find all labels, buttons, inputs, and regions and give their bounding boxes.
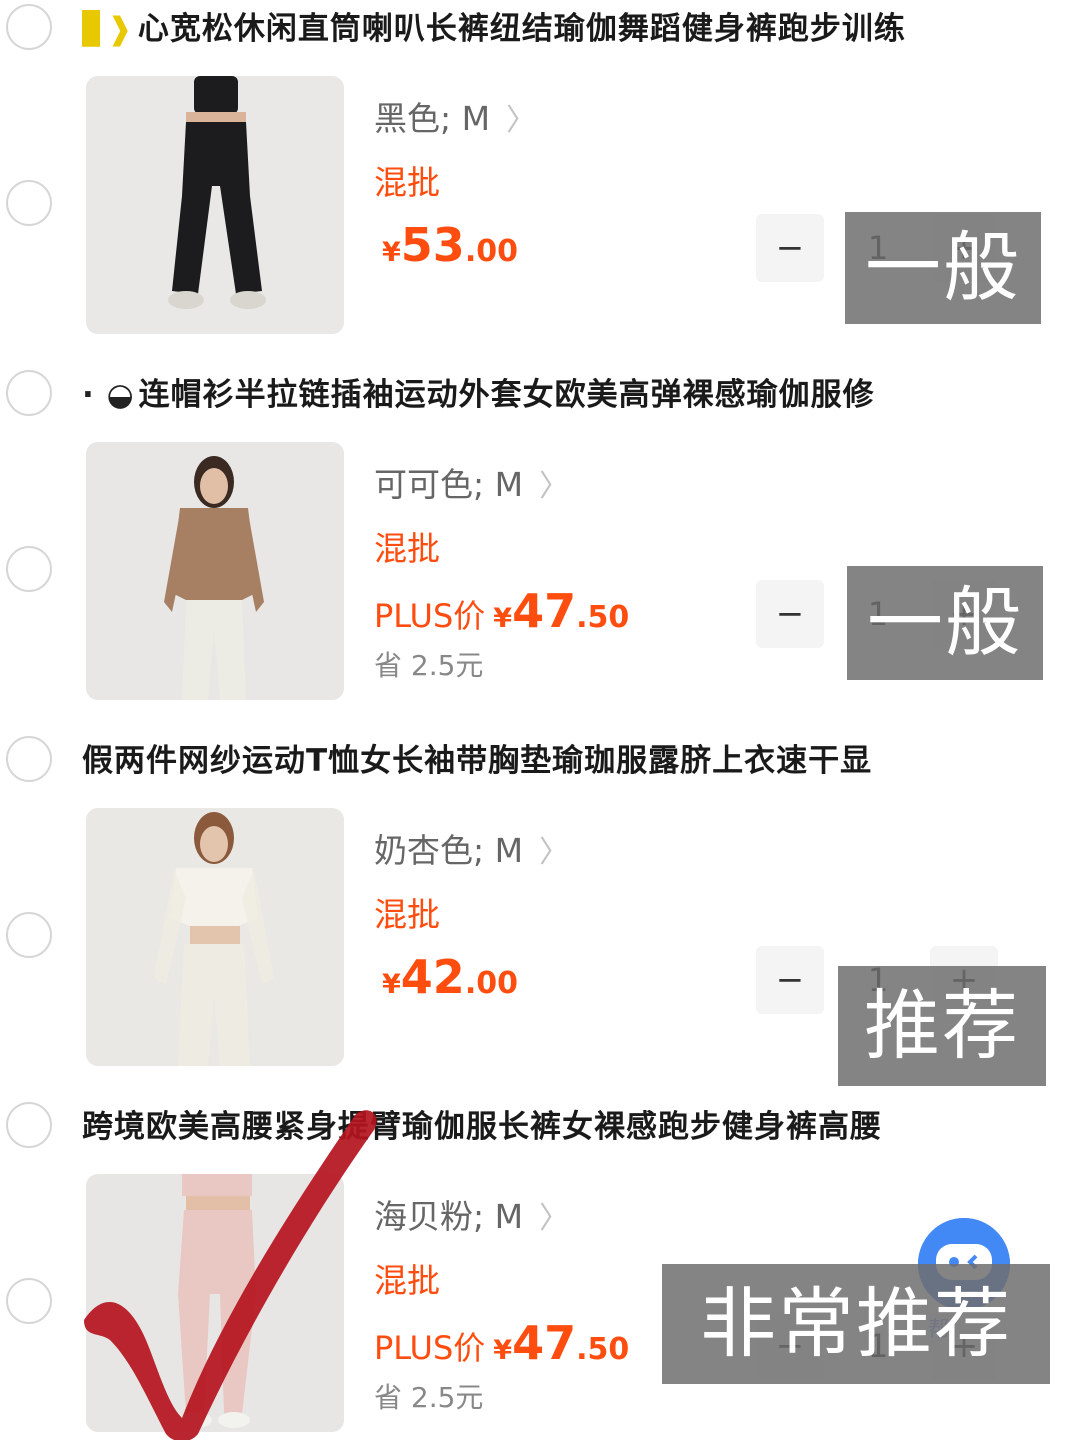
product-title[interactable]: · ◒ 连帽衫半拉链插袖运动外套女欧美高弹裸感瑜伽服修 (82, 372, 1002, 418)
price-decimal: .50 (576, 600, 630, 635)
cart-item: ▊❱ 心宽松休闲直筒喇叭长裤纽结瑜伽舞蹈健身裤跑步训练 黑色; M 〉 混批 ¥ 5… (0, 0, 1080, 366)
product-photo-pants (86, 76, 344, 334)
chevron-right-icon: 〉 (539, 1201, 570, 1236)
shop-select-radio[interactable] (6, 4, 52, 50)
sku-spec-text: 可可色; M (374, 465, 524, 504)
product-select-radio[interactable] (6, 912, 52, 958)
sku-spec-selector[interactable]: 奶杏色; M 〉 (374, 824, 569, 878)
price-integer: 47 (512, 1316, 577, 1370)
sku-spec-selector[interactable]: 可可色; M 〉 (374, 458, 569, 512)
price: ¥ 42 .00 (374, 950, 518, 1014)
product-title-text: 假两件网纱运动T恤女长袖带胸垫瑜珈服露脐上衣速干显 (82, 743, 873, 779)
verdict-overlay: 非常推荐 (662, 1264, 1050, 1384)
shop-select-radio[interactable] (6, 370, 52, 416)
decrease-button[interactable]: − (756, 580, 824, 648)
title-prefix: ▊❱ (82, 11, 134, 47)
product-image[interactable] (86, 1174, 344, 1432)
verdict-overlay: 推荐 (838, 966, 1046, 1086)
savings-text: 省 2.5元 (374, 1381, 484, 1414)
product-title-text: 跨境欧美高腰紧身提臂瑜伽服长裤女裸感跑步健身裤高腰 (82, 1109, 882, 1145)
verdict-overlay: 一般 (847, 566, 1043, 680)
wholesale-tag: 混批 (374, 163, 440, 202)
price-decimal: .00 (464, 966, 518, 1001)
price: PLUS价 ¥ 47 .50 (374, 1316, 629, 1380)
chevron-right-icon: 〉 (539, 469, 570, 504)
product-select-radio[interactable] (6, 1278, 52, 1324)
price-integer: 47 (512, 584, 577, 638)
price-integer: 42 (400, 950, 465, 1004)
wholesale-tag: 混批 (374, 529, 440, 568)
chevron-right-icon: 〉 (539, 835, 570, 870)
verdict-overlay: 一般 (845, 212, 1041, 324)
shop-select-radio[interactable] (6, 1102, 52, 1148)
currency-symbol: ¥ (493, 1335, 513, 1366)
currency-symbol: ¥ (382, 237, 401, 268)
product-title[interactable]: ▊❱ 心宽松休闲直筒喇叭长裤纽结瑜伽舞蹈健身裤跑步训练 (82, 6, 1002, 52)
decrease-button[interactable]: − (756, 214, 824, 282)
savings-text: 省 2.5元 (374, 649, 484, 682)
product-title-text: 心宽松休闲直筒喇叭长裤纽结瑜伽舞蹈健身裤跑步训练 (137, 11, 906, 47)
cart-item: 假两件网纱运动T恤女长袖带胸垫瑜珈服露脐上衣速干显 奶杏色; M 〉 混批 ¥ 4… (0, 732, 1080, 1098)
sku-spec-text: 黑色; M (374, 99, 491, 138)
title-prefix: · ◒ (82, 377, 135, 413)
sku-spec-selector[interactable]: 黑色; M 〉 (374, 92, 536, 146)
price-label: PLUS价 (374, 597, 486, 635)
price-integer: 53 (400, 218, 465, 272)
product-image[interactable] (86, 442, 344, 700)
product-title[interactable]: 跨境欧美高腰紧身提臂瑜伽服长裤女裸感跑步健身裤高腰 (82, 1104, 1002, 1150)
sku-spec-text: 海贝粉; M (374, 1197, 524, 1236)
price-decimal: .50 (576, 1332, 630, 1367)
product-title-text: 连帽衫半拉链插袖运动外套女欧美高弹裸感瑜伽服修 (138, 377, 875, 413)
currency-symbol: ¥ (493, 603, 513, 634)
chevron-right-icon: 〉 (506, 103, 537, 138)
price-label: PLUS价 (374, 1329, 486, 1367)
cart-item: · ◒ 连帽衫半拉链插袖运动外套女欧美高弹裸感瑜伽服修 可可色; M 〉 混批 PL… (0, 366, 1080, 732)
product-photo-zip-jacket (86, 442, 344, 700)
price: ¥ 53 .00 (374, 218, 518, 282)
product-image[interactable] (86, 76, 344, 334)
product-photo-leggings (86, 1174, 344, 1432)
product-photo-mesh-top (86, 808, 344, 1066)
shop-select-radio[interactable] (6, 736, 52, 782)
sku-spec-selector[interactable]: 海贝粉; M 〉 (374, 1190, 569, 1244)
product-title[interactable]: 假两件网纱运动T恤女长袖带胸垫瑜珈服露脐上衣速干显 (82, 738, 1002, 784)
product-select-radio[interactable] (6, 180, 52, 226)
currency-symbol: ¥ (382, 969, 401, 1000)
decrease-button[interactable]: − (756, 946, 824, 1014)
product-select-radio[interactable] (6, 546, 52, 592)
wholesale-tag: 混批 (374, 895, 440, 934)
price: PLUS价 ¥ 47 .50 (374, 584, 629, 648)
sku-spec-text: 奶杏色; M (374, 831, 524, 870)
price-decimal: .00 (464, 234, 518, 269)
wholesale-tag: 混批 (374, 1261, 440, 1300)
product-image[interactable] (86, 808, 344, 1066)
